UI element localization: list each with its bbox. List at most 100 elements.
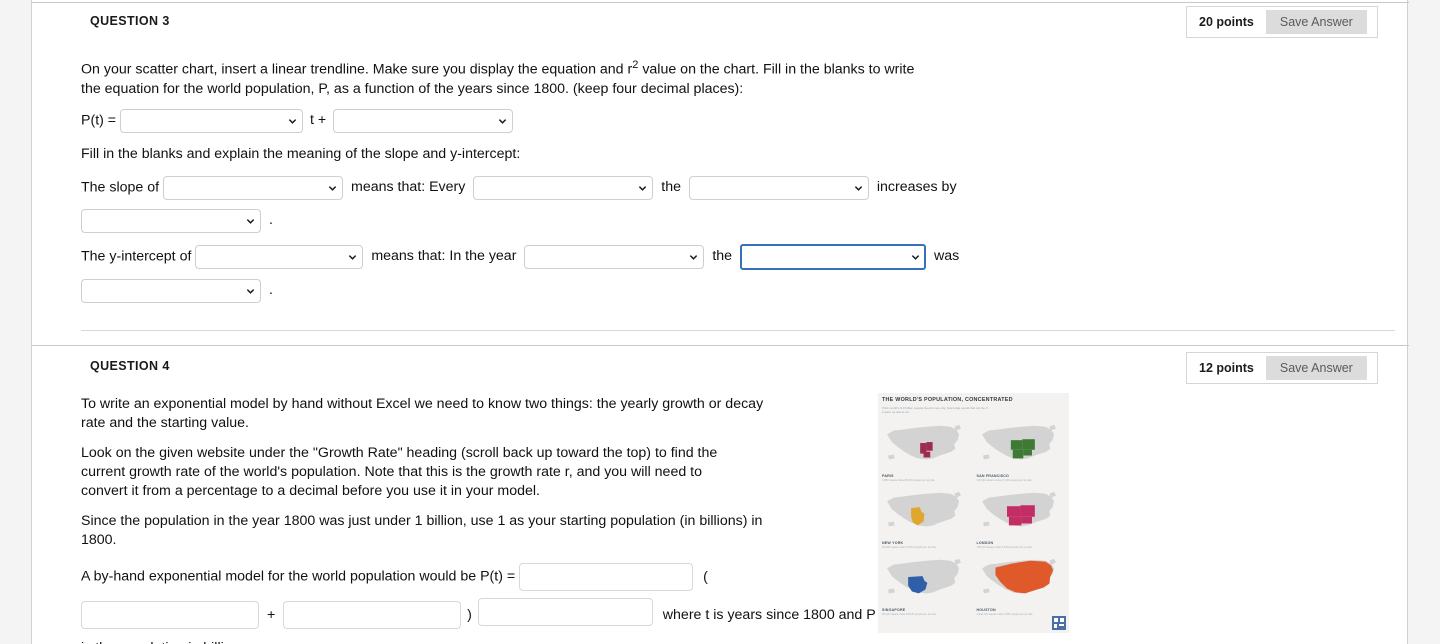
q3-p1-line-2: the equation for the world population, P… [81,80,744,97]
infographic-map-cell: HOUSTON 1,944,720 square miles 3,501 peo… [977,554,1066,619]
question-3-points-box: 20 points Save Answer [1186,6,1378,38]
question-4-paragraph-3: Since the population in the year 1800 wa… [81,512,921,550]
left-gutter [0,0,31,644]
infographic-subtitle: If the world's 6.9 billion people lived … [882,406,988,415]
infographic-map-cell: SAN FRANCISCO 107,211 square miles 17,24… [977,420,1066,485]
q3-yint-label-1: The y-intercept of [81,248,192,265]
infographic-map-label: SAN FRANCISCO [976,473,1010,478]
q3-every-dropdown-wrap [473,175,654,200]
q3-yint-of-dropdown-wrap [195,244,364,269]
infographic-map-cell: LONDON 135,131 square miles 13,691 peopl… [977,487,1066,552]
right-gutter [1409,0,1440,644]
infographic-map-label: PARIS [882,473,894,478]
q3-p1-part-a: On your scatter chart, insert a linear t… [81,61,633,78]
question-4-points-label: 12 points [1199,361,1254,375]
q3-equation-prefix: P(t) = [81,112,117,129]
q4-p1-line-2: rate and the starting value. [81,415,249,431]
q3-slope-dropdown-wrap [120,108,304,133]
question-4-model-row-2: + ) where t is years since 1800 and P [81,598,921,629]
q3-yint-label-3: the [712,248,733,265]
q3-the-noun-2-dropdown-wrap [740,243,927,270]
question-3-bottom-inner-divider [81,330,1395,331]
q3-slope-value-select[interactable] [120,108,304,133]
q3-slope-label-3: the [661,179,681,196]
infographic-map-cell: SINGAPORE 96,120 square miles 18,645 peo… [882,554,971,619]
question-3-paragraph-2: Fill in the blanks and explain the meani… [81,145,521,162]
question-3-body: On your scatter chart, insert a linear t… [81,56,1091,303]
usa-map-houston-icon [981,558,1056,594]
question-3-paragraph-1: On your scatter chart, insert a linear t… [81,56,1091,99]
q4-p2-line-3: convert it from a percentage to a decima… [81,483,540,499]
usa-map-singapore-icon [887,558,961,594]
infographic-map-cell: NEW YORK 63,290 square miles 27,012 peop… [882,487,971,552]
q3-was-amount-select[interactable] [81,278,261,303]
q3-in-the-year-select[interactable] [524,244,705,269]
question-4-paragraph-2: Look on the given website under the "Gro… [81,444,921,501]
infographic-map-cell: PARIS 3,050 square miles 88,010 people p… [882,420,971,485]
q3-every-select[interactable] [473,175,654,200]
question-3-yintercept-row-2: . [81,278,1091,303]
q4-close-paren: ) [467,606,472,623]
q3-yint-label-2: means that: In the year [371,248,517,265]
infographic-map-label: LONDON [976,540,994,545]
infographic-map-label: NEW YORK [882,540,904,545]
q4-exponent-input[interactable] [477,598,653,626]
usa-map-san-francisco-icon [981,424,1056,460]
question-3-header: QUESTION 3 [90,14,170,28]
question-4-save-answer-button[interactable]: Save Answer [1265,356,1367,380]
q4-p2-line-2: current growth rate of the world's popul… [81,464,702,480]
infographic-map-detail: 107,211 square miles 17,246 people per s… [976,478,1032,482]
q3-slope-label-2: means that: Every [351,179,466,196]
content-column: QUESTION 3 20 points Save Answer On your… [31,0,1409,644]
q4-coefficient-input[interactable] [519,563,694,591]
q3-increases-by-dropdown-wrap [81,208,261,233]
usa-map-new-york-icon [887,491,961,527]
question-4-header: QUESTION 4 [90,359,170,373]
question-3-top-divider [32,2,1409,3]
infographic-map-detail: 3,050 square miles 88,010 people per sq … [882,478,935,482]
q3-yint-label-4: was [933,248,960,265]
infographic-publisher-logo [1052,616,1066,630]
q3-the-noun-dropdown-wrap [688,175,869,200]
q4-plus-sign: + [266,606,276,623]
question-4-top-divider [32,345,1409,346]
q3-equation-t-plus: t + [310,112,327,129]
q3-the-noun-select[interactable] [688,175,869,200]
infographic-title: THE WORLD'S POPULATION, CONCENTRATED [882,397,1013,403]
infographic-map-detail: 63,290 square miles 27,012 people per sq… [882,545,936,549]
page-root: QUESTION 3 20 points Save Answer On your… [0,0,1440,644]
infographic-map-grid: PARIS 3,050 square miles 88,010 people p… [878,415,1069,619]
question-4-model-row-3: is the population in billions. [81,639,921,644]
question-3-save-answer-button[interactable]: Save Answer [1265,10,1367,34]
q4-p3-line-2: 1800. [81,532,117,548]
infographic-map-label: SINGAPORE [882,607,906,612]
q3-in-the-year-dropdown-wrap [524,244,705,269]
question-4-body: To write an exponential model by hand wi… [81,395,921,644]
question-4-model-row-1: A by-hand exponential model for the worl… [81,563,921,591]
q4-open-paren: ( [703,568,708,585]
usa-map-london-icon [981,491,1056,527]
q4-base-right-input[interactable] [283,601,462,629]
q3-increases-by-select[interactable] [81,208,261,233]
question-4-paragraph-1: To write an exponential model by hand wi… [81,395,921,433]
question-3-slope-row-1: The slope of means that: Every the incre… [81,175,1091,200]
q3-slope-label-4: increases by [876,179,957,196]
question-3-equation-row: P(t) = t + [81,108,1091,133]
world-population-infographic: THE WORLD'S POPULATION, CONCENTRATED If … [878,393,1069,633]
q4-p2-line-1: Look on the given website under the "Gro… [81,445,718,461]
q3-intercept-value-select[interactable] [333,108,514,133]
q4-model-label-b: where t is years since 1800 and P [662,606,876,623]
infographic-map-label: HOUSTON [976,607,996,612]
q3-slope-label-1: The slope of [81,179,160,196]
infographic-map-detail: 96,120 square miles 18,645 people per sq… [882,612,936,616]
q3-slope-of-select[interactable] [163,175,344,200]
usa-map-paris-icon [887,424,961,460]
q3-p1-part-b: value on the chart. Fill in the blanks t… [638,61,915,78]
q4-p3-line-1: Since the population in the year 1800 wa… [81,513,763,529]
q3-the-noun-2-select[interactable] [740,243,927,270]
question-3-yintercept-row-1: The y-intercept of means that: In the ye… [81,243,1091,270]
q4-base-left-input[interactable] [81,601,259,629]
q3-yint-of-select[interactable] [195,244,364,269]
question-3-points-label: 20 points [1199,15,1254,29]
q4-p1-line-1: To write an exponential model by hand wi… [81,396,764,412]
